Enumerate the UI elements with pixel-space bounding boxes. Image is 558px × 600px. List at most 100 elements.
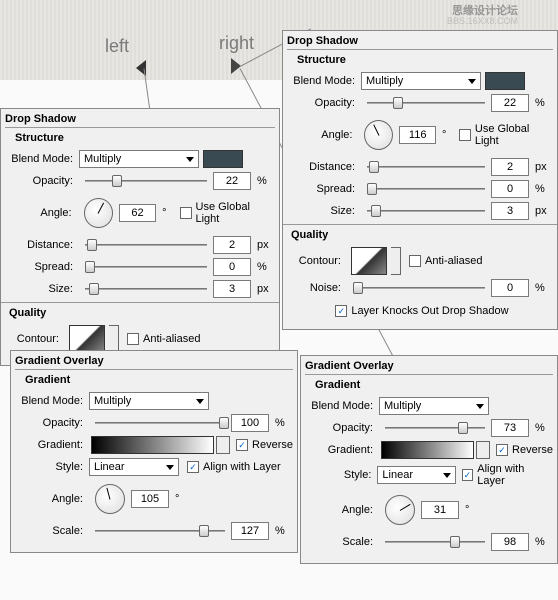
gradient-label: Gradient: xyxy=(309,444,379,456)
spread-unit: % xyxy=(535,183,553,195)
global-light-checkbox[interactable] xyxy=(459,129,471,141)
distance-label: Distance: xyxy=(9,239,79,251)
scale-slider[interactable] xyxy=(385,534,485,550)
size-input[interactable]: 3 xyxy=(213,280,251,298)
contour-preview[interactable] xyxy=(69,325,105,353)
scale-slider[interactable] xyxy=(95,523,225,539)
distance-label: Distance: xyxy=(291,161,361,173)
gradient-dropdown[interactable] xyxy=(216,436,230,454)
blend-mode-dropdown[interactable]: Multiply xyxy=(79,150,199,168)
distance-slider[interactable] xyxy=(85,237,207,253)
distance-unit: px xyxy=(535,161,553,173)
angle-unit: ° xyxy=(442,129,459,141)
spread-input[interactable]: 0 xyxy=(213,258,251,276)
size-unit: px xyxy=(535,205,553,217)
opacity-slider[interactable] xyxy=(385,420,485,436)
knocks-out-label: Layer Knocks Out Drop Shadow xyxy=(351,305,508,317)
angle-input[interactable]: 116 xyxy=(399,126,436,144)
right-gradient-overlay-panel: Gradient Overlay Gradient Blend Mode: Mu… xyxy=(300,355,558,564)
opacity-slider[interactable] xyxy=(85,173,207,189)
distance-input[interactable]: 2 xyxy=(213,236,251,254)
angle-label: Angle: xyxy=(19,493,89,505)
blend-mode-dropdown[interactable]: Multiply xyxy=(89,392,209,410)
spread-slider[interactable] xyxy=(367,181,485,197)
opacity-slider[interactable] xyxy=(95,415,225,431)
size-input[interactable]: 3 xyxy=(491,202,529,220)
noise-slider[interactable] xyxy=(353,280,485,296)
anti-aliased-label: Anti-aliased xyxy=(143,333,200,345)
quality-subtitle: Quality xyxy=(9,307,275,319)
chevron-down-icon xyxy=(166,465,174,470)
color-swatch[interactable] xyxy=(485,72,525,90)
blend-mode-value: Multiply xyxy=(94,395,131,407)
opacity-input[interactable]: 22 xyxy=(491,94,529,112)
opacity-label: Opacity: xyxy=(19,417,89,429)
distance-input[interactable]: 2 xyxy=(491,158,529,176)
reverse-checkbox[interactable]: ✓ xyxy=(496,444,508,456)
gradient-preview[interactable] xyxy=(381,441,474,459)
blend-mode-value: Multiply xyxy=(84,153,121,165)
scale-unit: % xyxy=(535,536,553,548)
size-slider[interactable] xyxy=(85,281,207,297)
section-title: Drop Shadow xyxy=(5,113,275,128)
blend-mode-label: Blend Mode: xyxy=(291,75,361,87)
spread-label: Spread: xyxy=(291,183,361,195)
spread-label: Spread: xyxy=(9,261,79,273)
anti-aliased-checkbox[interactable] xyxy=(127,333,139,345)
angle-input[interactable]: 105 xyxy=(131,490,169,508)
scale-input[interactable]: 98 xyxy=(491,533,529,551)
gradient-dropdown[interactable] xyxy=(476,441,490,459)
noise-unit: % xyxy=(535,282,553,294)
style-value: Linear xyxy=(382,469,413,481)
knocks-out-checkbox[interactable]: ✓ xyxy=(335,305,347,317)
size-slider[interactable] xyxy=(367,203,485,219)
angle-dial[interactable] xyxy=(95,484,125,514)
gradient-subtitle: Gradient xyxy=(315,379,553,391)
opacity-input[interactable]: 100 xyxy=(231,414,269,432)
angle-dial[interactable] xyxy=(84,198,113,228)
angle-unit: ° xyxy=(175,493,193,505)
anti-aliased-label: Anti-aliased xyxy=(425,255,482,267)
angle-input[interactable]: 62 xyxy=(119,204,156,222)
scale-label: Scale: xyxy=(309,536,379,548)
scale-label: Scale: xyxy=(19,525,89,537)
scale-input[interactable]: 127 xyxy=(231,522,269,540)
blend-mode-label: Blend Mode: xyxy=(309,400,379,412)
size-label: Size: xyxy=(9,283,79,295)
opacity-slider[interactable] xyxy=(367,95,485,111)
spread-input[interactable]: 0 xyxy=(491,180,529,198)
opacity-input[interactable]: 73 xyxy=(491,419,529,437)
anti-aliased-checkbox[interactable] xyxy=(409,255,421,267)
angle-label: Angle: xyxy=(309,504,379,516)
contour-dropdown[interactable] xyxy=(391,247,401,275)
contour-label: Contour: xyxy=(291,255,347,267)
contour-preview[interactable] xyxy=(351,247,387,275)
angle-dial[interactable] xyxy=(385,495,415,525)
style-dropdown[interactable]: Linear xyxy=(377,466,455,484)
gradient-preview[interactable] xyxy=(91,436,214,454)
spread-slider[interactable] xyxy=(85,259,207,275)
blend-mode-value: Multiply xyxy=(366,75,403,87)
spread-unit: % xyxy=(257,261,275,273)
noise-label: Noise: xyxy=(291,282,347,294)
color-swatch[interactable] xyxy=(203,150,243,168)
opacity-unit: % xyxy=(257,175,275,187)
gradient-label: Gradient: xyxy=(19,439,89,451)
align-checkbox[interactable]: ✓ xyxy=(462,469,474,481)
blend-mode-dropdown[interactable]: Multiply xyxy=(361,72,481,90)
angle-input[interactable]: 31 xyxy=(421,501,459,519)
global-light-checkbox[interactable] xyxy=(180,207,192,219)
blend-mode-dropdown[interactable]: Multiply xyxy=(379,397,489,415)
contour-label: Contour: xyxy=(9,333,65,345)
global-light-label: Use Global Light xyxy=(196,201,276,225)
opacity-input[interactable]: 22 xyxy=(213,172,251,190)
reverse-checkbox[interactable]: ✓ xyxy=(236,439,248,451)
align-checkbox[interactable]: ✓ xyxy=(187,461,199,473)
chevron-down-icon xyxy=(476,404,484,409)
noise-input[interactable]: 0 xyxy=(491,279,529,297)
style-dropdown[interactable]: Linear xyxy=(89,458,179,476)
left-drop-shadow-panel: Drop Shadow Structure Blend Mode: Multip… xyxy=(0,108,280,366)
contour-dropdown[interactable] xyxy=(109,325,119,353)
distance-slider[interactable] xyxy=(367,159,485,175)
angle-dial[interactable] xyxy=(364,120,393,150)
